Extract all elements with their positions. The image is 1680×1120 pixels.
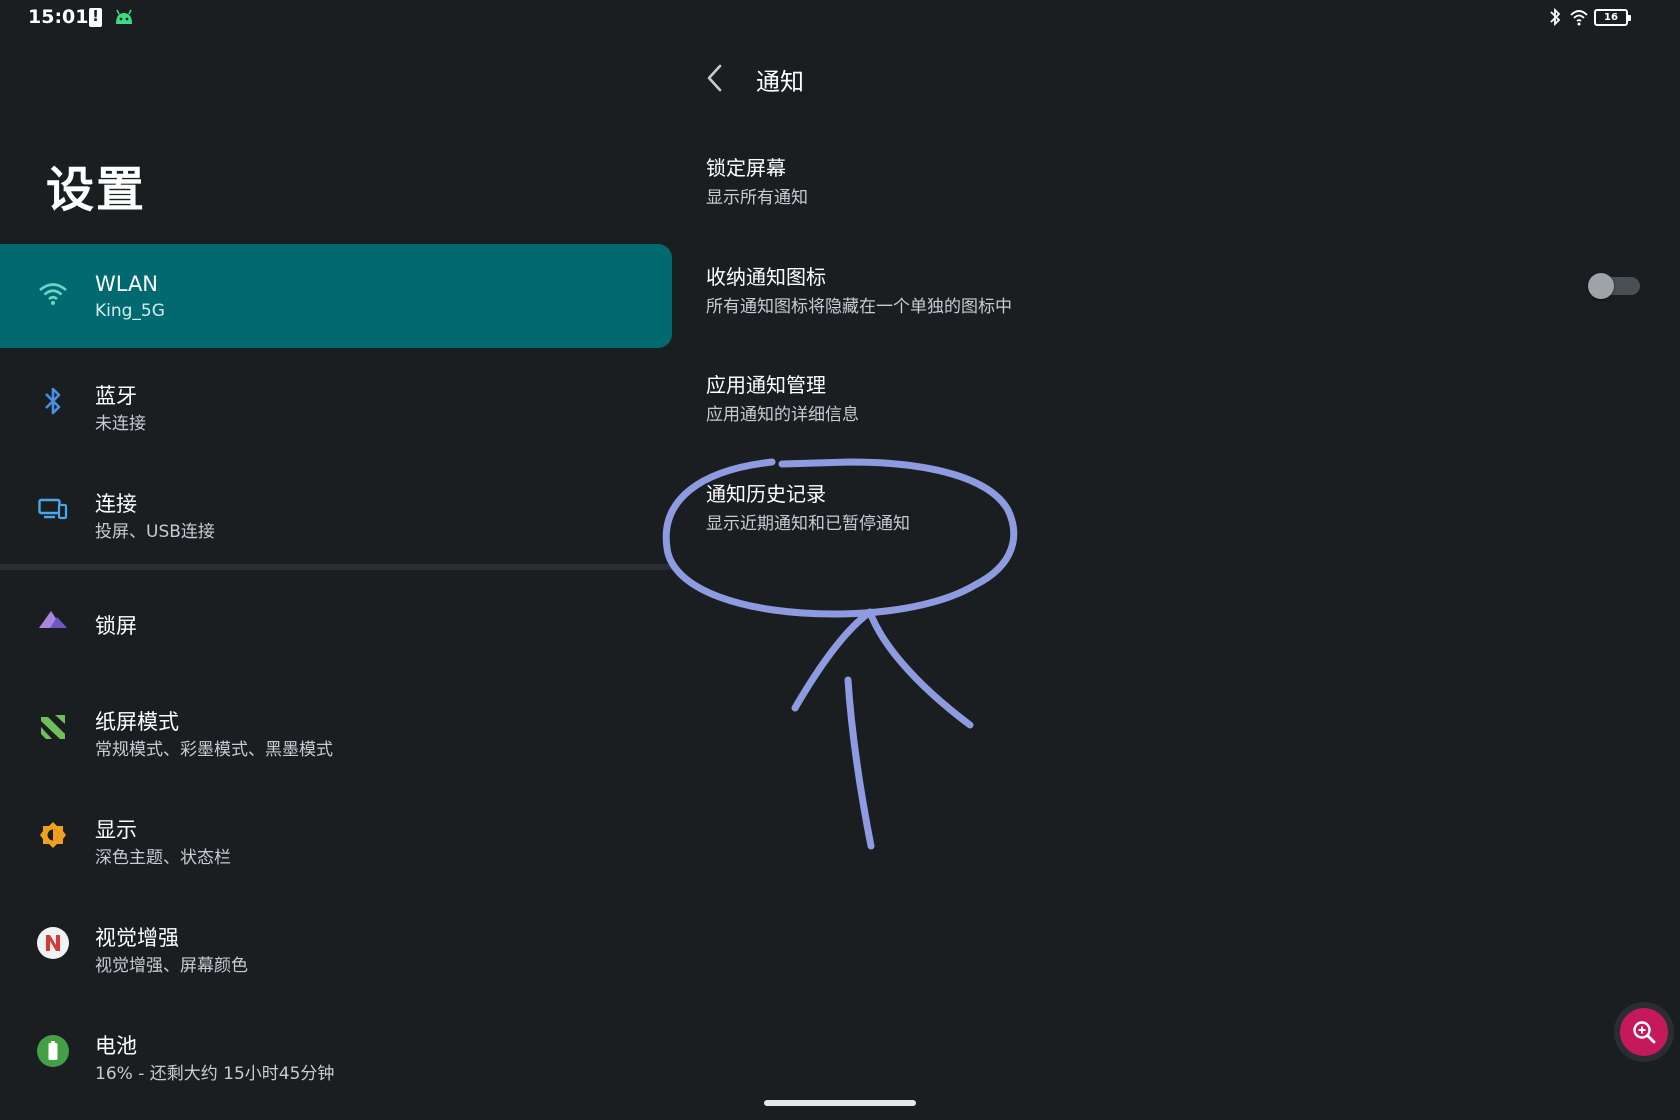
sidebar-item-bluetooth[interactable]: 蓝牙 未连接 <box>0 352 672 456</box>
pref-title: 应用通知管理 <box>706 373 826 397</box>
alert-icon <box>89 7 102 27</box>
sidebar-item-display[interactable]: 显示 深色主题、状态栏 <box>0 786 672 890</box>
sidebar-item-title: WLAN <box>95 272 159 296</box>
sidebar-item-subtitle: 未连接 <box>95 414 146 434</box>
lockscreen-icon <box>36 602 70 636</box>
pref-title: 锁定屏幕 <box>706 156 786 180</box>
vision-icon <box>36 926 70 960</box>
sidebar-item-title: 电池 <box>95 1034 137 1058</box>
pref-title: 收纳通知图标 <box>706 265 826 289</box>
sidebar-item-subtitle: 常规模式、彩墨模式、黑墨模式 <box>95 740 333 760</box>
pref-subtitle: 应用通知的详细信息 <box>706 405 859 425</box>
sidebar-item-connection[interactable]: 连接 投屏、USB连接 <box>0 460 672 564</box>
pref-collapse-notification-icons[interactable]: 收纳通知图标 所有通知图标将隐藏在一个单独的图标中 <box>706 261 1652 353</box>
home-indicator[interactable] <box>764 1100 916 1106</box>
detail-title: 通知 <box>756 68 804 96</box>
wifi-icon <box>1570 10 1588 26</box>
sidebar-item-subtitle: King_5G <box>95 301 165 321</box>
battery-icon: 16 <box>1594 8 1631 26</box>
bluetooth-icon <box>1550 7 1561 27</box>
annotation-arrow-head <box>791 608 974 729</box>
sidebar-item-battery[interactable]: 电池 16% - 还剩大约 15小时45分钟 <box>0 1002 672 1106</box>
pref-subtitle: 显示近期通知和已暂停通知 <box>706 514 910 534</box>
devices-icon <box>36 492 70 526</box>
sidebar-item-title: 锁屏 <box>95 614 137 638</box>
battery-icon <box>36 1034 70 1068</box>
pref-title: 通知历史记录 <box>706 482 826 506</box>
sidebar-item-title: 纸屏模式 <box>95 710 179 734</box>
pref-subtitle: 显示所有通知 <box>706 188 808 208</box>
toggle-thumb <box>1588 273 1614 299</box>
back-button[interactable] <box>700 60 730 96</box>
sidebar-item-wlan[interactable]: WLAN King_5G <box>0 244 672 348</box>
fab-inner <box>1620 1008 1668 1056</box>
battery-level: 16 <box>1604 11 1618 23</box>
brightness-icon <box>36 818 70 852</box>
page-title: 设置 <box>46 162 147 218</box>
sidebar-item-subtitle: 16% - 还剩大约 15小时45分钟 <box>95 1064 335 1084</box>
annotation-arrow-shaft <box>844 676 875 850</box>
wifi-icon <box>36 276 70 310</box>
paper-mode-icon <box>36 710 70 744</box>
sidebar-item-subtitle: 投屏、USB连接 <box>95 522 215 542</box>
status-bar: 15:01 16 <box>0 0 1680 36</box>
sidebar-item-subtitle: 深色主题、状态栏 <box>95 848 231 868</box>
pref-notification-history[interactable]: 通知历史记录 显示近期通知和已暂停通知 <box>706 478 1652 570</box>
sidebar-item-subtitle: 视觉增强、屏幕颜色 <box>95 956 248 976</box>
zoom-in-icon <box>1633 1021 1656 1044</box>
sidebar-item-vision[interactable]: 视觉增强 视觉增强、屏幕颜色 <box>0 894 672 998</box>
sidebar-item-title: 显示 <box>95 818 137 842</box>
sidebar-item-lockscreen[interactable]: 锁屏 <box>0 570 672 674</box>
android-icon <box>116 9 132 24</box>
chevron-left-icon <box>707 64 722 92</box>
pref-subtitle: 所有通知图标将隐藏在一个单独的图标中 <box>706 297 1012 317</box>
status-time: 15:01 <box>28 6 89 28</box>
pref-app-notification-management[interactable]: 应用通知管理 应用通知的详细信息 <box>706 369 1652 461</box>
sidebar-item-paper-mode[interactable]: 纸屏模式 常规模式、彩墨模式、黑墨模式 <box>0 678 672 782</box>
sidebar-item-title: 连接 <box>95 492 137 516</box>
sidebar-item-title: 视觉增强 <box>95 926 179 950</box>
pref-lock-screen[interactable]: 锁定屏幕 显示所有通知 <box>706 152 1652 244</box>
zoom-button[interactable] <box>1614 1002 1674 1062</box>
bluetooth-icon <box>36 384 70 418</box>
sidebar-item-title: 蓝牙 <box>95 384 137 408</box>
collapse-icons-toggle[interactable] <box>1588 273 1644 299</box>
